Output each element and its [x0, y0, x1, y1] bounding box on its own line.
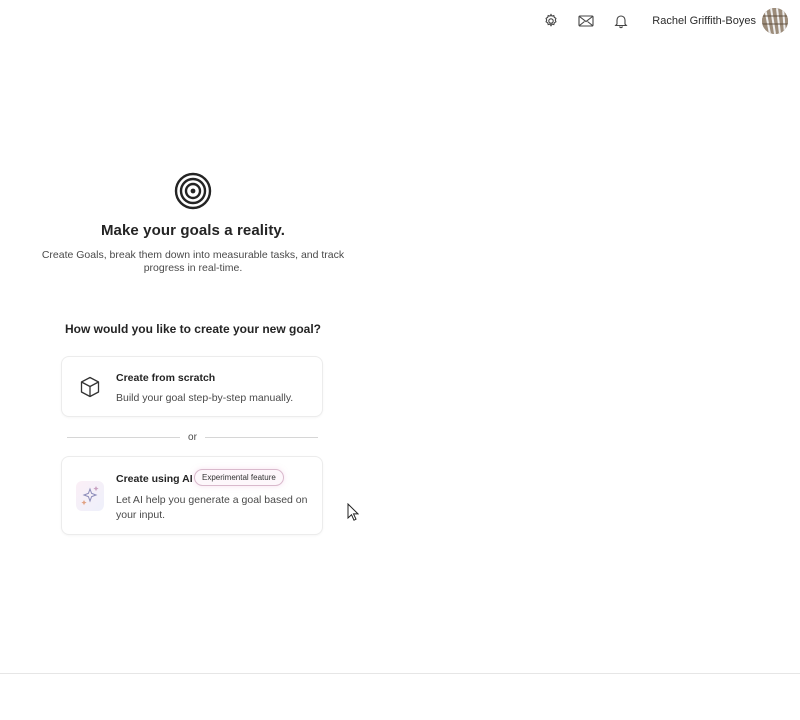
- user-name[interactable]: Rachel Griffith-Boyes: [652, 15, 756, 27]
- divider-line: [67, 436, 181, 438]
- mail-icon[interactable]: [574, 9, 598, 33]
- goals-page: Rachel Griffith-Boyes Make your goals a …: [0, 0, 800, 720]
- page-subtitle: Create Goals, break them down into measu…: [41, 249, 345, 274]
- divider-text: or: [188, 431, 197, 443]
- hero: Make your goals a reality. Create Goals,…: [36, 172, 350, 275]
- target-icon: [174, 172, 212, 210]
- sparkle-icon: [76, 481, 104, 511]
- create-using-ai-option[interactable]: Create using AI Experimental feature Let…: [61, 456, 323, 535]
- create-from-scratch-option[interactable]: Create from scratch Build your goal step…: [61, 356, 323, 417]
- bell-icon[interactable]: [609, 9, 633, 33]
- bottom-divider: [0, 673, 800, 674]
- option-description: Build your goal step-by-step manually.: [116, 392, 294, 404]
- top-bar: Rachel Griffith-Boyes: [539, 6, 788, 36]
- or-divider: or: [67, 428, 318, 446]
- option-title: Create using AI: [116, 473, 193, 485]
- option-description: Let AI help you generate a goal based on…: [116, 494, 308, 521]
- divider-line: [204, 436, 318, 438]
- page-title: Make your goals a reality.: [100, 222, 286, 239]
- settings-icon[interactable]: [539, 9, 563, 33]
- cube-icon: [80, 376, 100, 398]
- create-goal-question: How would you like to create your new go…: [64, 322, 322, 336]
- avatar[interactable]: [762, 8, 788, 34]
- mouse-cursor-icon: [347, 503, 359, 521]
- option-title: Create from scratch: [116, 372, 216, 384]
- experimental-badge: Experimental feature: [194, 469, 284, 486]
